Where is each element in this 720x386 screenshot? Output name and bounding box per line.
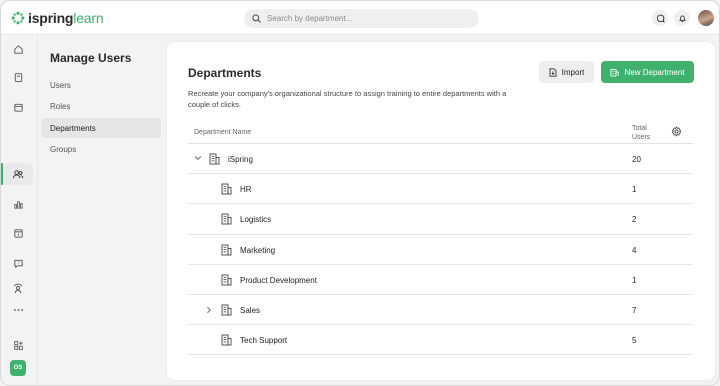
svg-text:?: ?	[17, 260, 20, 265]
logo-text: ispringlearn	[28, 10, 104, 26]
department-user-count: 1	[632, 275, 637, 285]
subnav-item-departments[interactable]: Departments	[41, 118, 161, 138]
department-name[interactable]: iSpring	[228, 155, 253, 164]
table-row[interactable]: Sales 7	[188, 295, 693, 326]
logo-main-text: ispring	[28, 10, 74, 26]
support-chat-button[interactable]	[652, 10, 668, 26]
table-row[interactable]: Logistics 2	[188, 204, 693, 235]
import-label: Import	[561, 67, 585, 77]
department-user-count: 5	[632, 336, 637, 346]
rail-quizzes[interactable]: ?	[7, 253, 29, 273]
chat-bubble-icon	[656, 14, 665, 22]
file-import-icon	[549, 67, 557, 77]
departments-panel: Departments Recreate your company's orga…	[167, 42, 715, 380]
calendar-icon	[13, 103, 23, 112]
building-icon	[221, 274, 232, 286]
column-header-name[interactable]: Department Name	[194, 129, 251, 136]
gear-icon	[671, 126, 682, 137]
home-icon	[13, 44, 23, 54]
reports-icon	[13, 200, 23, 209]
top-bar: ispringlearn	[1, 1, 719, 35]
building-icon	[221, 334, 232, 346]
subnav-title: Manage Users	[50, 51, 132, 65]
notifications-button[interactable]	[674, 10, 690, 26]
user-broadcast-icon	[13, 283, 23, 294]
table-row[interactable]: Tech Support 5	[188, 325, 693, 356]
subnav-item-roles[interactable]: Roles	[41, 96, 161, 116]
account-badge[interactable]: OS	[10, 360, 26, 376]
building-icon	[209, 153, 220, 165]
bell-icon	[678, 15, 686, 22]
department-user-count: 7	[632, 305, 637, 315]
users-icon	[12, 169, 24, 178]
rail-assignments[interactable]	[7, 223, 29, 243]
department-name[interactable]: Tech Support	[240, 336, 287, 345]
rail-users[interactable]	[7, 164, 29, 184]
add-building-icon	[611, 68, 620, 76]
table-body: iSpring 20 HR 1 Logistics 2 Marketing 4 Product …	[188, 144, 693, 356]
page-description: Recreate your company's organizational s…	[188, 89, 507, 109]
rail-active-indicator	[1, 163, 3, 185]
logo-flower-icon	[11, 11, 25, 25]
book-icon	[14, 72, 22, 82]
table-row[interactable]: Product Development 1	[188, 265, 693, 295]
app-window: ispringlearn Search by department... ? O…	[0, 0, 720, 386]
column-header-total-users[interactable]: Total Users	[632, 124, 650, 142]
building-icon	[221, 244, 232, 256]
rail-content[interactable]	[7, 67, 29, 87]
chevron-down-icon[interactable]	[194, 155, 202, 161]
table-header: Department Name Total Users	[188, 121, 693, 144]
department-name[interactable]: HR	[240, 185, 252, 194]
search-box[interactable]	[244, 9, 479, 28]
ispring-logo[interactable]: ispringlearn	[11, 10, 104, 26]
import-button[interactable]: Import	[539, 61, 594, 83]
rail-user-broadcast[interactable]	[7, 279, 29, 299]
logo-accent-text: learn	[73, 10, 104, 26]
search-input[interactable]	[267, 14, 467, 23]
department-name[interactable]: Product Development	[240, 276, 317, 285]
subnav-item-users[interactable]: Users	[41, 75, 161, 95]
search-icon	[252, 14, 261, 23]
icon-rail: ?	[1, 36, 35, 385]
department-user-count: 20	[632, 155, 641, 164]
department-user-count: 2	[632, 215, 637, 225]
rail-reports[interactable]	[7, 194, 29, 214]
assignments-icon	[13, 228, 23, 238]
user-avatar[interactable]	[698, 10, 714, 26]
department-user-count: 4	[632, 245, 637, 255]
page-title: Departments	[188, 66, 262, 80]
subnav-item-groups[interactable]: Groups	[41, 139, 161, 159]
rail-calendar[interactable]	[7, 97, 29, 117]
quiz-icon: ?	[13, 259, 23, 268]
add-apps-icon	[13, 340, 23, 350]
table-row[interactable]: HR 1	[188, 174, 693, 205]
new-department-button[interactable]: New Department	[601, 61, 694, 83]
rail-home[interactable]	[7, 39, 29, 59]
total-line-1: Total	[632, 125, 647, 132]
rail-more[interactable]	[7, 300, 29, 320]
table-row[interactable]: Marketing 4	[188, 235, 693, 265]
manage-users-nav: Manage Users Users Roles Departments Gro…	[37, 36, 164, 385]
building-icon	[221, 213, 232, 225]
table-row[interactable]: iSpring 20	[188, 144, 693, 175]
table-settings-button[interactable]	[671, 126, 682, 137]
new-department-label: New Department	[624, 67, 685, 77]
more-icon	[13, 309, 23, 311]
total-line-2: Users	[632, 134, 651, 141]
chevron-right-icon[interactable]	[206, 306, 212, 314]
building-icon	[221, 183, 232, 195]
building-icon	[221, 304, 232, 316]
department-user-count: 1	[632, 185, 637, 195]
departments-table: Department Name Total Users iSpring 20 HR 1 L…	[188, 121, 693, 356]
rail-add-apps[interactable]	[7, 335, 29, 355]
department-name[interactable]: Logistics	[240, 215, 271, 224]
department-name[interactable]: Marketing	[240, 246, 275, 255]
department-name[interactable]: Sales	[240, 306, 260, 315]
